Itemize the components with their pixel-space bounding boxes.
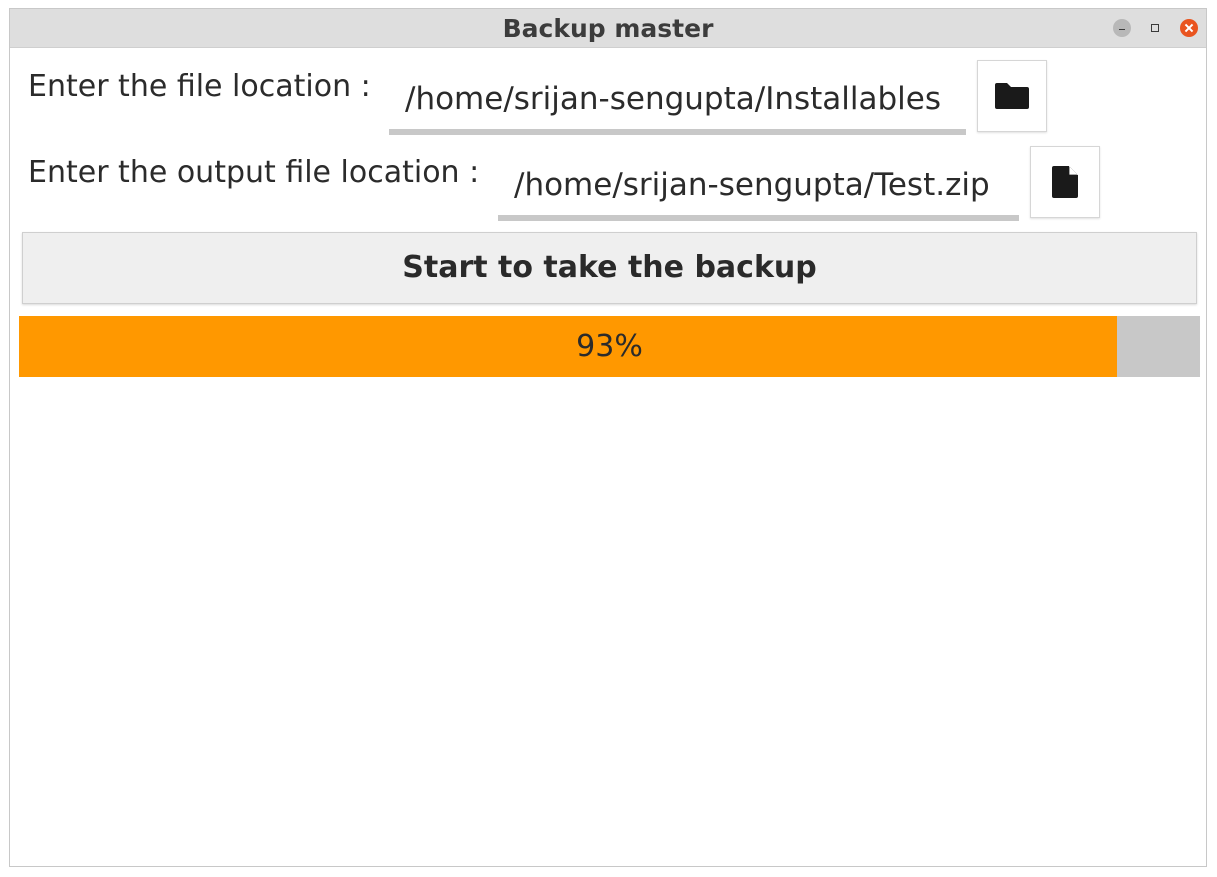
- app-window: Backup master Enter the file location : …: [9, 8, 1207, 867]
- minimize-button[interactable]: [1113, 19, 1131, 37]
- close-button[interactable]: [1180, 19, 1198, 37]
- progress-percent-label: 93%: [576, 329, 643, 364]
- browse-file-button[interactable]: [1030, 146, 1100, 218]
- folder-icon: [995, 83, 1029, 109]
- start-backup-button[interactable]: Start to take the backup: [22, 232, 1197, 304]
- maximize-button[interactable]: [1146, 19, 1164, 37]
- source-location-label: Enter the file location :: [28, 69, 371, 104]
- output-location-label: Enter the output file location :: [28, 155, 480, 190]
- file-icon: [1052, 166, 1078, 198]
- backup-progress-bar: 93%: [19, 316, 1200, 377]
- window-title: Backup master: [502, 14, 714, 43]
- browse-folder-button[interactable]: [977, 60, 1047, 132]
- title-bar[interactable]: Backup master: [10, 9, 1206, 48]
- output-location-input[interactable]: /home/srijan-sengupta/Test.zip: [498, 149, 1019, 221]
- source-location-input[interactable]: /home/srijan-sengupta/Installables: [389, 63, 966, 135]
